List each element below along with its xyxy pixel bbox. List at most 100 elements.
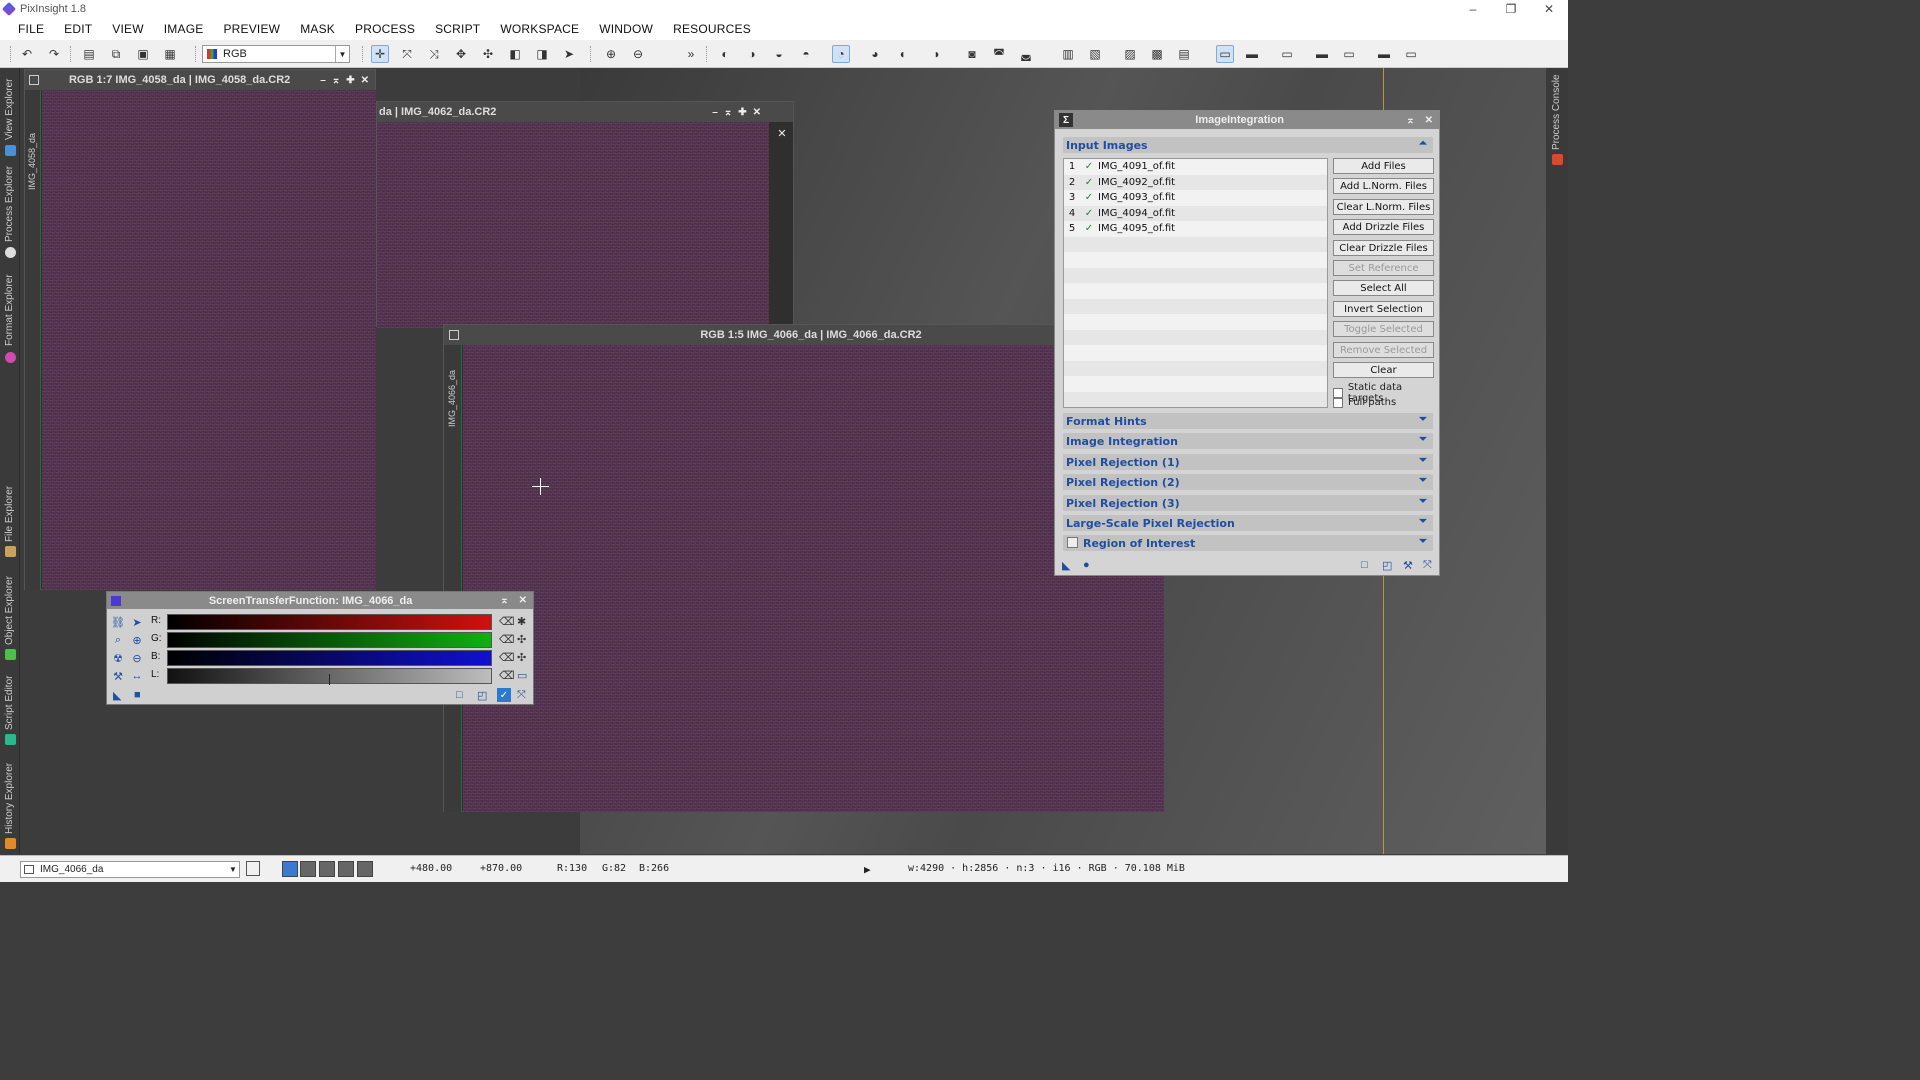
zoom-fit-window-icon[interactable]: ⤨: [425, 45, 443, 63]
add-files-button[interactable]: Add Files: [1333, 158, 1434, 174]
stf-reset-icon[interactable]: ◗: [928, 45, 946, 63]
zoom-icon[interactable]: ⌕: [111, 633, 125, 647]
image-canvas[interactable]: [377, 122, 769, 328]
section-pixel-rejection-2[interactable]: Pixel Rejection (2) ⏷: [1063, 474, 1433, 490]
screen-transfer-function-panel[interactable]: ScreenTransferFunction: IMG_4066_da ⌅ ✕ ⛓…: [106, 591, 534, 705]
workspace-7-icon[interactable]: ▭: [1402, 45, 1420, 63]
expand-icon[interactable]: ⏷: [1419, 496, 1427, 507]
zoom-fit-icon[interactable]: ⤧: [398, 45, 416, 63]
view-options-icon[interactable]: [246, 861, 260, 876]
section-region-of-interest[interactable]: Region of Interest ⏷: [1063, 535, 1433, 551]
section-pixel-rejection-1[interactable]: Pixel Rejection (1) ⏷: [1063, 454, 1433, 470]
stf-link-icon[interactable]: ◙: [963, 45, 981, 63]
workspace-5-icon[interactable]: ▭: [1340, 45, 1358, 63]
menu-window[interactable]: WINDOW: [599, 22, 653, 36]
preview-new-icon[interactable]: ◧: [506, 45, 524, 63]
menu-preview[interactable]: PREVIEW: [223, 22, 280, 36]
expand-icon[interactable]: ⏷: [1419, 414, 1427, 425]
preferences-icon[interactable]: ⚒: [1403, 559, 1413, 572]
readout-mode-icon[interactable]: ✛: [371, 45, 389, 63]
window-tile-icon[interactable]: ▤: [1175, 45, 1193, 63]
pointer-icon[interactable]: ➤: [130, 615, 144, 629]
reset-channel-icon[interactable]: ⌫: [499, 669, 515, 682]
select-all-button[interactable]: Select All: [1333, 280, 1434, 296]
close-icon[interactable]: ✕: [519, 595, 527, 606]
track-view-icon[interactable]: ✓: [497, 688, 511, 702]
auto-stretch-icon[interactable]: ☢: [111, 651, 125, 665]
tab-format-explorer[interactable]: Format Explorer: [2, 268, 18, 368]
add-lnorm-files-button[interactable]: Add L.Norm. Files: [1333, 178, 1434, 194]
maximize-icon[interactable]: ✚: [346, 75, 354, 86]
reset-channel-icon[interactable]: ⌫: [499, 633, 515, 646]
layout-icon[interactable]: ▥: [1059, 45, 1077, 63]
set-reference-button[interactable]: Set Reference: [1333, 260, 1434, 276]
workspace-2-icon[interactable]: ▬: [1243, 45, 1261, 63]
image-integration-titlebar[interactable]: Σ ImageIntegration ⌅ ✕: [1055, 111, 1439, 129]
check-icon[interactable]: ✓: [1080, 223, 1098, 234]
zoom-out-icon[interactable]: ⊖: [629, 45, 647, 63]
close-icon[interactable]: ✕: [753, 107, 761, 118]
scroll-horizontal-icon[interactable]: ↔: [130, 669, 144, 683]
check-icon[interactable]: ✓: [1080, 161, 1098, 172]
image-canvas[interactable]: [42, 90, 376, 590]
channel-icon[interactable]: ▦: [161, 45, 179, 63]
checkbox-box[interactable]: [1333, 397, 1343, 408]
new-instance-icon[interactable]: ◣: [1062, 559, 1070, 572]
tab-process-console[interactable]: Process Console: [1549, 70, 1565, 170]
select-icon[interactable]: ➤: [560, 45, 578, 63]
zoom-button[interactable]: [319, 861, 335, 877]
preview-edit-icon[interactable]: ◨: [533, 45, 551, 63]
stf-24bit-icon[interactable]: ◚: [990, 45, 1008, 63]
stf-track-icon[interactable]: ◛: [1017, 45, 1035, 63]
list-item[interactable]: 2 ✓ IMG_4092_of.fit: [1064, 175, 1327, 191]
section-large-scale-pixel-rejection[interactable]: Large-Scale Pixel Rejection ⏷: [1063, 515, 1433, 531]
image-info-icon[interactable]: ▣: [134, 45, 152, 63]
mask-invert-icon[interactable]: ◓: [797, 45, 815, 63]
browse-documentation-icon[interactable]: □: [1361, 559, 1368, 571]
shade-icon[interactable]: ⌅: [500, 595, 508, 606]
menu-mask[interactable]: MASK: [300, 22, 335, 36]
minimize-button[interactable]: –: [1454, 0, 1492, 18]
reset-icon[interactable]: ◰: [477, 689, 487, 702]
reset-parameters-icon[interactable]: ⤧: [1423, 559, 1432, 572]
mask-link-icon[interactable]: ◔: [832, 45, 850, 63]
expand-icon[interactable]: ⏷: [1419, 516, 1427, 527]
pan-mode-icon[interactable]: ✥: [452, 45, 470, 63]
clear-button[interactable]: Clear: [1333, 362, 1434, 378]
zoom-button[interactable]: [300, 861, 316, 877]
tab-view-explorer[interactable]: View Explorer: [2, 72, 18, 162]
shade-icon[interactable]: ⌅: [1406, 115, 1414, 126]
list-item[interactable]: 1 ✓ IMG_4091_of.fit: [1064, 159, 1327, 175]
undo-icon[interactable]: ↶: [18, 45, 36, 63]
image-window-4058[interactable]: RGB 1:7 IMG_4058_da | IMG_4058_da.CR2 – ⌅…: [24, 69, 376, 590]
browse-documentation-icon[interactable]: □: [456, 689, 463, 701]
monitor-icon[interactable]: ▭: [517, 669, 527, 682]
zoom-in-icon[interactable]: ⊕: [130, 633, 144, 647]
stf-icon[interactable]: ◕: [866, 45, 884, 63]
close-icon[interactable]: ✕: [771, 122, 793, 144]
shade-icon[interactable]: ⌅: [332, 75, 340, 86]
image-window-titlebar[interactable]: da | IMG_4062_da.CR2 – ⌅ ✚ ✕: [377, 102, 793, 122]
play-icon[interactable]: ▶: [864, 863, 871, 876]
apply-icon[interactable]: ■: [134, 689, 141, 701]
stf-titlebar[interactable]: ScreenTransferFunction: IMG_4066_da ⌅ ✕: [107, 592, 533, 609]
collapse-icon[interactable]: ⏶: [1419, 138, 1427, 149]
redo-icon[interactable]: ↷: [45, 45, 63, 63]
section-format-hints[interactable]: Format Hints ⏷: [1063, 413, 1433, 429]
new-instance-icon[interactable]: ◣: [113, 689, 121, 702]
tab-script-editor[interactable]: Script Editor: [2, 668, 18, 748]
menu-view[interactable]: VIEW: [112, 22, 143, 36]
minimize-icon[interactable]: –: [712, 107, 718, 118]
expand-icon[interactable]: ⏷: [1419, 536, 1427, 547]
restore-button[interactable]: ❐: [1492, 0, 1530, 18]
section-image-integration[interactable]: Image Integration ⏷: [1063, 433, 1433, 449]
menu-workspace[interactable]: WORKSPACE: [500, 22, 579, 36]
menu-image[interactable]: IMAGE: [164, 22, 204, 36]
link-channels-icon[interactable]: ⛓: [111, 615, 125, 629]
layout-tile-icon[interactable]: ▧: [1086, 45, 1104, 63]
menu-resources[interactable]: RESOURCES: [673, 22, 751, 36]
roi-checkbox[interactable]: [1067, 537, 1078, 548]
close-button[interactable]: ✕: [1530, 0, 1568, 18]
image-window-4062[interactable]: da | IMG_4062_da.CR2 – ⌅ ✚ ✕ ✕: [376, 101, 794, 328]
section-pixel-rejection-3[interactable]: Pixel Rejection (3) ⏷: [1063, 495, 1433, 511]
